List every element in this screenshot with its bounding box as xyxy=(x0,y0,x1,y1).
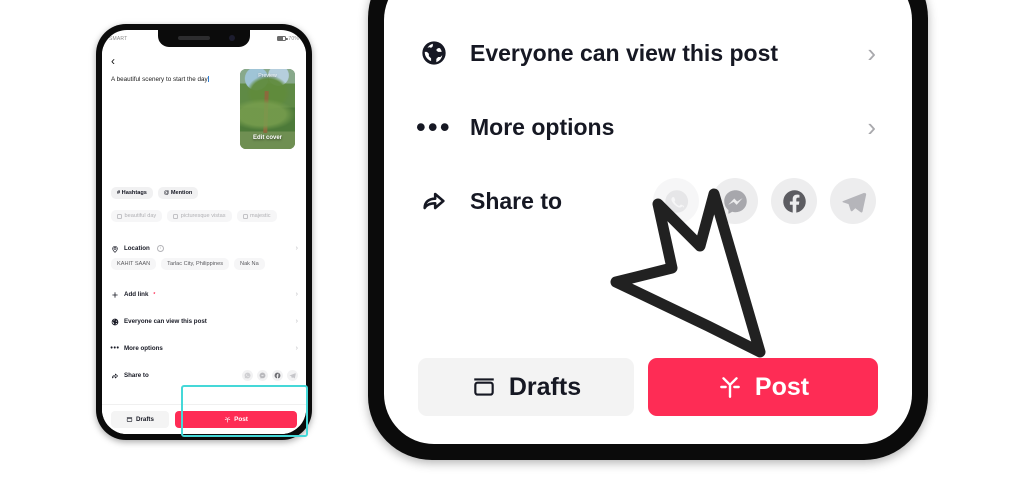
right-options-list: Everyone can view this post › ••• More o… xyxy=(384,16,912,238)
globe-icon xyxy=(420,39,448,67)
share-targets-zoom xyxy=(653,178,876,224)
ellipsis-icon: ••• xyxy=(110,345,120,352)
facebook-icon[interactable] xyxy=(272,370,283,381)
add-link-row[interactable]: Add link * › xyxy=(111,287,298,302)
ellipsis-icon: ••• xyxy=(416,111,452,142)
drafts-button-zoom[interactable]: Drafts xyxy=(418,358,634,416)
notch-camera xyxy=(229,35,235,41)
info-icon[interactable]: i xyxy=(156,245,164,252)
more-options-row-zoom[interactable]: ••• More options › xyxy=(416,90,876,164)
status-carrier: SMART xyxy=(109,35,128,42)
text-caret xyxy=(208,75,210,82)
back-icon[interactable]: ‹ xyxy=(111,55,115,67)
messenger-icon[interactable] xyxy=(257,370,268,381)
post-label-zoom: Post xyxy=(754,372,810,401)
chevron-right-icon: › xyxy=(295,318,298,325)
location-chip[interactable]: Tarlac City, Philippines xyxy=(161,258,230,270)
hashtags-chip[interactable]: # Hashtags xyxy=(111,187,153,199)
suggestion-chip[interactable]: picturesque vistas xyxy=(167,210,232,222)
suggestion-chip[interactable]: majestic xyxy=(236,210,277,222)
share-targets xyxy=(242,370,298,381)
caption-input[interactable]: A beautiful scenery to start the day xyxy=(111,75,216,85)
chevron-right-icon: › xyxy=(295,345,298,352)
location-chip-row: KAHIT SAAN Tarlac City, Philippines Nak … xyxy=(111,258,300,270)
share-to-label-zoom: Share to xyxy=(470,187,563,214)
more-options-label: More options xyxy=(124,345,163,352)
telegram-icon[interactable] xyxy=(287,370,298,381)
thumbnail-foliage-mid xyxy=(240,99,295,130)
whatsapp-icon[interactable] xyxy=(653,178,699,224)
telegram-icon[interactable] xyxy=(830,178,876,224)
drafts-label-zoom: Drafts xyxy=(508,372,582,401)
drafts-label: Drafts xyxy=(136,416,154,423)
messenger-icon[interactable] xyxy=(712,178,758,224)
post-button-zoom[interactable]: Post xyxy=(648,358,878,416)
notch-speaker xyxy=(178,36,210,40)
mention-chip[interactable]: @ Mention xyxy=(157,187,199,199)
chevron-right-icon: › xyxy=(867,38,876,68)
caption-text: A beautiful scenery to start the day xyxy=(111,76,208,83)
more-options-row[interactable]: ••• More options › xyxy=(110,341,298,356)
privacy-row[interactable]: Everyone can view this post › xyxy=(111,314,298,329)
privacy-label-zoom: Everyone can view this post xyxy=(470,39,779,66)
privacy-label: Everyone can view this post xyxy=(124,318,207,325)
preview-label: Preview xyxy=(258,73,277,79)
left-post-editor: ‹ A beautiful scenery to start the day P… xyxy=(102,47,306,434)
location-chip[interactable]: KAHIT SAAN xyxy=(111,258,157,270)
right-phone-zoom-mockup: Everyone can view this post › ••• More o… xyxy=(368,0,928,460)
privacy-row-zoom[interactable]: Everyone can view this post › xyxy=(420,16,876,90)
location-pin-icon xyxy=(111,245,119,253)
cover-thumbnail[interactable]: Preview Edit cover xyxy=(240,69,295,149)
plus-icon xyxy=(111,291,119,299)
drafts-button[interactable]: Drafts xyxy=(111,411,169,428)
add-link-label: Add link xyxy=(124,291,149,298)
tag-icon xyxy=(173,213,179,219)
required-marker: * xyxy=(153,291,156,298)
screenshot-stage: SMART 70% ‹ A beautiful scenery to start… xyxy=(0,0,1024,504)
suggestion-label: beautiful day xyxy=(124,213,157,219)
edit-cover-label[interactable]: Edit cover xyxy=(240,135,295,141)
chevron-right-icon: › xyxy=(867,112,876,142)
suggestion-chip[interactable]: beautiful day xyxy=(111,210,163,222)
share-to-label: Share to xyxy=(124,372,149,379)
globe-icon xyxy=(111,318,119,326)
suggestion-label: picturesque vistas xyxy=(180,213,226,219)
left-phone-mockup: SMART 70% ‹ A beautiful scenery to start… xyxy=(96,24,312,440)
location-row[interactable]: Location i › xyxy=(111,241,298,256)
share-arrow-icon xyxy=(111,372,119,380)
more-options-label-zoom: More options xyxy=(470,113,615,140)
tag-chip-row: # Hashtags @ Mention xyxy=(111,187,300,199)
highlight-box xyxy=(181,385,308,437)
location-label: Location xyxy=(124,245,150,252)
share-to-row: Share to xyxy=(111,368,298,383)
battery-icon xyxy=(277,36,288,41)
right-bottom-bar: Drafts Post xyxy=(384,358,912,416)
suggestion-label: majestic xyxy=(250,213,271,219)
location-chip[interactable]: Nak Na xyxy=(234,258,265,270)
share-to-row-zoom: Share to xyxy=(420,164,876,238)
whatsapp-icon[interactable] xyxy=(242,370,253,381)
tag-icon xyxy=(242,213,248,219)
phone-notch xyxy=(158,30,250,47)
facebook-icon[interactable] xyxy=(771,178,817,224)
chevron-right-icon: › xyxy=(295,291,298,298)
right-phone-screen: Everyone can view this post › ••• More o… xyxy=(384,0,912,444)
share-arrow-icon xyxy=(420,187,448,215)
suggestion-chip-row: beautiful day picturesque vistas majesti… xyxy=(111,210,300,222)
chevron-right-icon: › xyxy=(295,245,298,252)
status-battery: 70% xyxy=(277,36,299,42)
left-phone-screen: SMART 70% ‹ A beautiful scenery to start… xyxy=(102,30,306,434)
tag-icon xyxy=(117,213,122,219)
battery-percent: 70% xyxy=(288,35,299,42)
